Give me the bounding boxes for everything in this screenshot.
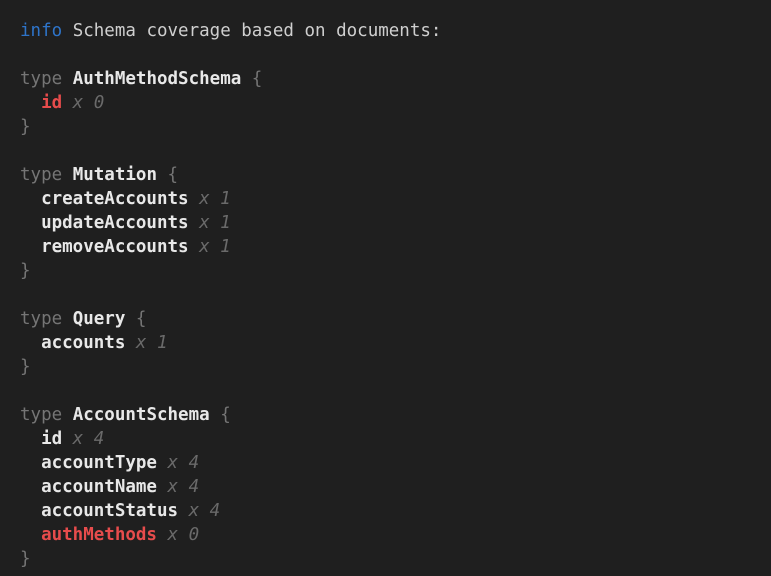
info-label: info xyxy=(20,21,62,41)
field-name: accountName xyxy=(41,477,157,497)
blank-line xyxy=(20,379,761,403)
close-brace: } xyxy=(20,261,31,281)
close-brace: } xyxy=(20,549,31,569)
close-brace: } xyxy=(20,117,31,137)
type-header-authmethodschema: type AuthMethodSchema { xyxy=(20,67,761,91)
field-count: x 0 xyxy=(168,525,200,545)
type-keyword: type xyxy=(20,69,62,89)
type-close-line: } xyxy=(20,547,761,571)
field-name: accountStatus xyxy=(41,501,178,521)
field-row: createAccounts x 1 xyxy=(20,187,761,211)
type-header-accountschema: type AccountSchema { xyxy=(20,403,761,427)
field-row: accounts x 1 xyxy=(20,331,761,355)
field-row: accountType x 4 xyxy=(20,451,761,475)
blank-line xyxy=(20,139,761,163)
type-header-query: type Query { xyxy=(20,307,761,331)
field-row: updateAccounts x 1 xyxy=(20,211,761,235)
field-name: id xyxy=(41,429,62,449)
field-count: x 4 xyxy=(168,453,200,473)
type-header-mutation: type Mutation { xyxy=(20,163,761,187)
field-count: x 1 xyxy=(199,237,231,257)
field-name: accounts xyxy=(41,333,125,353)
field-name-uncovered: id xyxy=(41,93,62,113)
type-name: Query xyxy=(73,309,126,329)
field-count: x 4 xyxy=(73,429,105,449)
field-count: x 4 xyxy=(168,477,200,497)
field-row: removeAccounts x 1 xyxy=(20,235,761,259)
type-name: AuthMethodSchema xyxy=(73,69,242,89)
blank-line xyxy=(20,283,761,307)
field-row: authMethods x 0 xyxy=(20,523,761,547)
field-count: x 0 xyxy=(73,93,105,113)
field-name: createAccounts xyxy=(41,189,189,209)
info-message: Schema coverage based on documents: xyxy=(73,21,442,41)
blank-line xyxy=(20,43,761,67)
field-name-uncovered: authMethods xyxy=(41,525,157,545)
type-close-line: } xyxy=(20,115,761,139)
type-keyword: type xyxy=(20,309,62,329)
open-brace: { xyxy=(220,405,231,425)
field-row: accountName x 4 xyxy=(20,475,761,499)
field-count: x 1 xyxy=(199,189,231,209)
type-keyword: type xyxy=(20,405,62,425)
open-brace: { xyxy=(136,309,147,329)
open-brace: { xyxy=(252,69,263,89)
type-close-line: } xyxy=(20,355,761,379)
field-count: x 1 xyxy=(199,213,231,233)
info-line: info Schema coverage based on documents: xyxy=(20,19,761,43)
type-name: Mutation xyxy=(73,165,157,185)
field-count: x 1 xyxy=(136,333,168,353)
field-name: updateAccounts xyxy=(41,213,189,233)
field-count: x 4 xyxy=(189,501,221,521)
field-row: accountStatus x 4 xyxy=(20,499,761,523)
field-row: id x 0 xyxy=(20,91,761,115)
field-row: id x 4 xyxy=(20,427,761,451)
type-close-line: } xyxy=(20,259,761,283)
field-name: removeAccounts xyxy=(41,237,189,257)
open-brace: { xyxy=(168,165,179,185)
close-brace: } xyxy=(20,357,31,377)
type-name: AccountSchema xyxy=(73,405,210,425)
terminal-output: infoSchema coverage based on documents: … xyxy=(0,0,771,576)
type-keyword: type xyxy=(20,165,62,185)
field-name: accountType xyxy=(41,453,157,473)
